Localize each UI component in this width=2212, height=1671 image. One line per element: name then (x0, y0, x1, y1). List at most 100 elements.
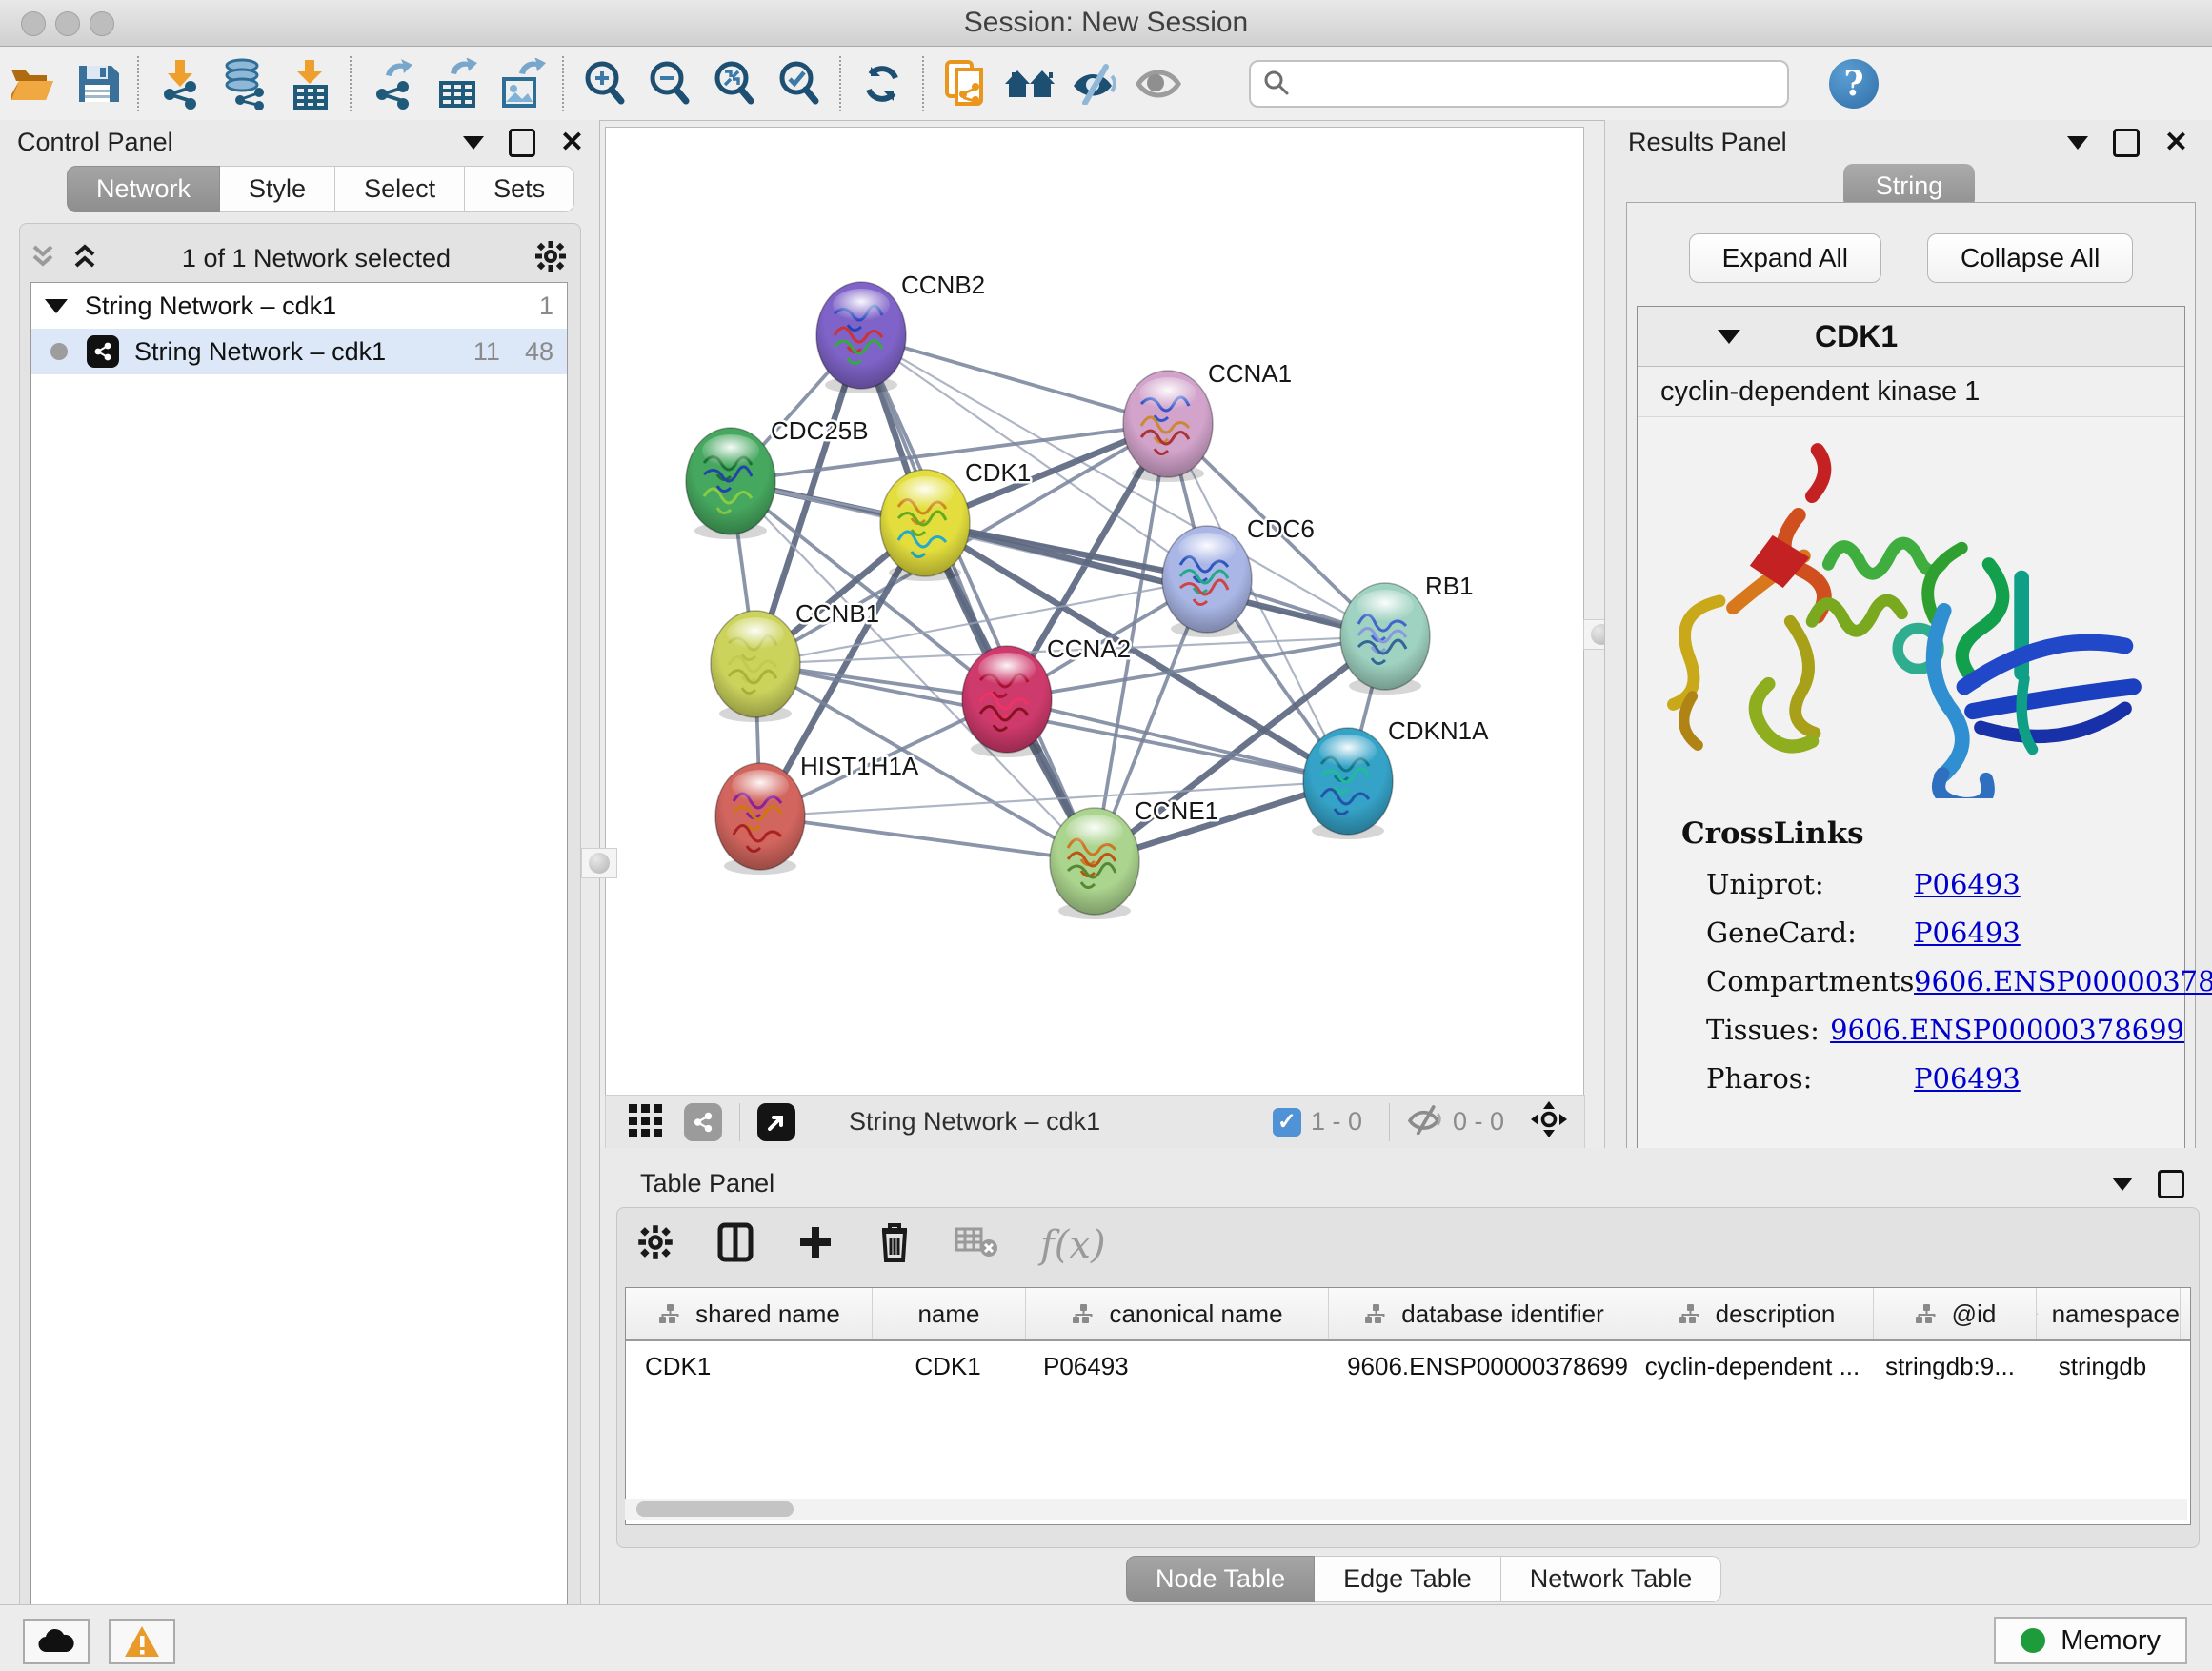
import-table-icon[interactable] (277, 55, 342, 112)
zoom-selected-icon[interactable] (767, 55, 832, 112)
add-column-icon[interactable] (796, 1221, 835, 1268)
panel-float-icon[interactable] (2113, 129, 2140, 157)
crosslink-link[interactable]: 9606.ENSP00000378699 (1914, 965, 2212, 997)
node-CCNA2[interactable]: CCNA2 (962, 634, 1131, 757)
panel-float-icon[interactable] (509, 129, 535, 157)
warning-status-icon[interactable] (109, 1619, 175, 1664)
cell-namespace[interactable]: stringdb (2031, 1352, 2174, 1381)
open-in-window-icon[interactable] (757, 1103, 795, 1141)
zoom-in-icon[interactable] (573, 55, 637, 112)
tab-network[interactable]: Network (67, 166, 220, 212)
column-header-description[interactable]: description (1639, 1288, 1874, 1339)
node-CCNE1[interactable]: CCNE1 (1050, 796, 1218, 919)
panel-close-icon[interactable]: ✕ (560, 131, 584, 154)
tab-node-table[interactable]: Node Table (1126, 1556, 1315, 1602)
window-zoom-icon[interactable] (90, 11, 114, 36)
export-image-icon[interactable] (490, 55, 554, 112)
left-splitter-handle[interactable] (581, 848, 617, 878)
table-horizontal-scrollbar[interactable] (625, 1499, 2187, 1520)
edge-HIST1H1A-CCNE1[interactable] (760, 816, 1095, 861)
birds-eye-view-icon[interactable] (627, 1100, 665, 1143)
node-table[interactable]: shared namenamecanonical namedatabase id… (625, 1287, 2191, 1525)
help-icon[interactable]: ? (1829, 59, 1879, 109)
delete-column-icon[interactable] (876, 1220, 913, 1269)
table-options-gear-icon[interactable] (636, 1223, 674, 1266)
panel-close-icon[interactable]: ✕ (2164, 131, 2188, 154)
edge-CCNB2-CCNE1[interactable] (861, 335, 1095, 861)
show-columns-icon[interactable] (716, 1221, 754, 1268)
crosslink-link[interactable]: P06493 (1914, 1062, 2021, 1095)
tab-edge-table[interactable]: Edge Table (1315, 1556, 1501, 1602)
column-header-namespace[interactable]: namespace (2037, 1288, 2181, 1339)
show-all-icon[interactable] (1127, 55, 1192, 112)
cell-database-identifier[interactable]: 9606.ENSP00000378699 (1326, 1352, 1636, 1381)
column-header-@id[interactable]: @id (1874, 1288, 2037, 1339)
selected-count-icon[interactable]: ✓ (1273, 1108, 1301, 1137)
collapse-all-networks-icon[interactable] (29, 241, 57, 276)
memory-button[interactable]: Memory (1994, 1617, 2187, 1664)
edge-CCNB2-CCNA1[interactable] (861, 335, 1168, 424)
table-toolbar: f(x) (636, 1220, 1106, 1269)
crosslink-link[interactable]: 9606.ENSP00000378699 (1830, 1014, 2184, 1046)
crosslink-link[interactable]: P06493 (1914, 868, 2021, 900)
column-header-canonical-name[interactable]: canonical name (1026, 1288, 1329, 1339)
cell-description[interactable]: cyclin-dependent ... (1636, 1352, 1869, 1381)
cell-name[interactable]: CDK1 (872, 1352, 1024, 1381)
window-minimize-icon[interactable] (55, 11, 80, 36)
tab-style[interactable]: Style (220, 166, 335, 212)
export-table-icon[interactable] (425, 55, 490, 112)
network-badge-icon[interactable] (684, 1103, 722, 1141)
node-CDC6[interactable]: CDC6 (1162, 514, 1315, 637)
node-CDC25B[interactable]: CDC25B (686, 416, 869, 539)
tab-network-table[interactable]: Network Table (1501, 1556, 1722, 1602)
panel-float-icon[interactable] (2158, 1170, 2184, 1198)
fit-content-icon[interactable] (1529, 1099, 1569, 1144)
tab-sets[interactable]: Sets (465, 166, 574, 212)
panel-menu-icon[interactable] (2067, 136, 2088, 150)
home-view-icon[interactable] (997, 55, 1062, 112)
search-input[interactable] (1249, 60, 1789, 108)
zoom-out-icon[interactable] (637, 55, 702, 112)
gene-header-row[interactable]: CDK1 (1638, 307, 2184, 367)
crosslink-link[interactable]: P06493 (1914, 916, 2021, 949)
network-canvas[interactable]: CCNB2CCNA1CDC25BCDK1CDC6RB1CCNB1CCNA2CDK… (605, 127, 1584, 1096)
collection-expander-icon[interactable] (45, 299, 68, 313)
node-CDKN1A[interactable]: CDKN1A (1303, 716, 1489, 839)
function-builder-icon[interactable]: f(x) (1040, 1223, 1106, 1267)
tab-select[interactable]: Select (335, 166, 465, 212)
copy-network-icon[interactable] (933, 55, 997, 112)
hidden-count-icon[interactable] (1407, 1104, 1443, 1139)
expand-all-networks-icon[interactable] (70, 241, 99, 276)
column-header-database-identifier[interactable]: database identifier (1329, 1288, 1639, 1339)
cell-canonical-name[interactable]: P06493 (1024, 1352, 1326, 1381)
cell-shared-name[interactable]: CDK1 (626, 1352, 872, 1381)
network-options-gear-icon[interactable] (533, 239, 568, 278)
network-collection-row[interactable]: String Network – cdk1 1 (31, 283, 567, 329)
node-RB1[interactable]: RB1 (1340, 572, 1474, 695)
zoom-fit-icon[interactable] (702, 55, 767, 112)
open-folder-icon[interactable] (0, 55, 65, 112)
export-network-icon[interactable] (360, 55, 425, 112)
panel-menu-icon[interactable] (2112, 1178, 2133, 1191)
cell-@id[interactable]: stringdb:9... (1869, 1352, 2031, 1381)
expand-all-button[interactable]: Expand All (1689, 233, 1881, 283)
table-row[interactable]: CDK1CDK1P064939606.ENSP00000378699cyclin… (626, 1341, 2190, 1391)
import-network-icon[interactable] (148, 55, 212, 112)
delete-table-icon[interactable] (955, 1225, 998, 1264)
column-header-shared-name[interactable]: shared name (626, 1288, 873, 1339)
hide-selected-icon[interactable] (1062, 55, 1127, 112)
save-session-icon[interactable] (65, 55, 130, 112)
crosslink-row: Uniprot:P06493 (1681, 868, 2184, 900)
gene-expander-icon[interactable] (1718, 330, 1740, 344)
window-close-icon[interactable] (21, 11, 46, 36)
network-row[interactable]: String Network – cdk1 11 48 (31, 329, 567, 374)
cloud-status-icon[interactable] (23, 1619, 90, 1664)
refresh-icon[interactable] (850, 55, 915, 112)
import-database-icon[interactable] (212, 55, 277, 112)
edge-CCNA2-CDKN1A[interactable] (1007, 699, 1348, 781)
panel-menu-icon[interactable] (463, 136, 484, 150)
node-CCNB2[interactable]: CCNB2 (816, 271, 985, 393)
node-CDK1[interactable]: CDK1 (880, 458, 1031, 581)
column-header-name[interactable]: name (873, 1288, 1026, 1339)
collapse-all-button[interactable]: Collapse All (1927, 233, 2133, 283)
